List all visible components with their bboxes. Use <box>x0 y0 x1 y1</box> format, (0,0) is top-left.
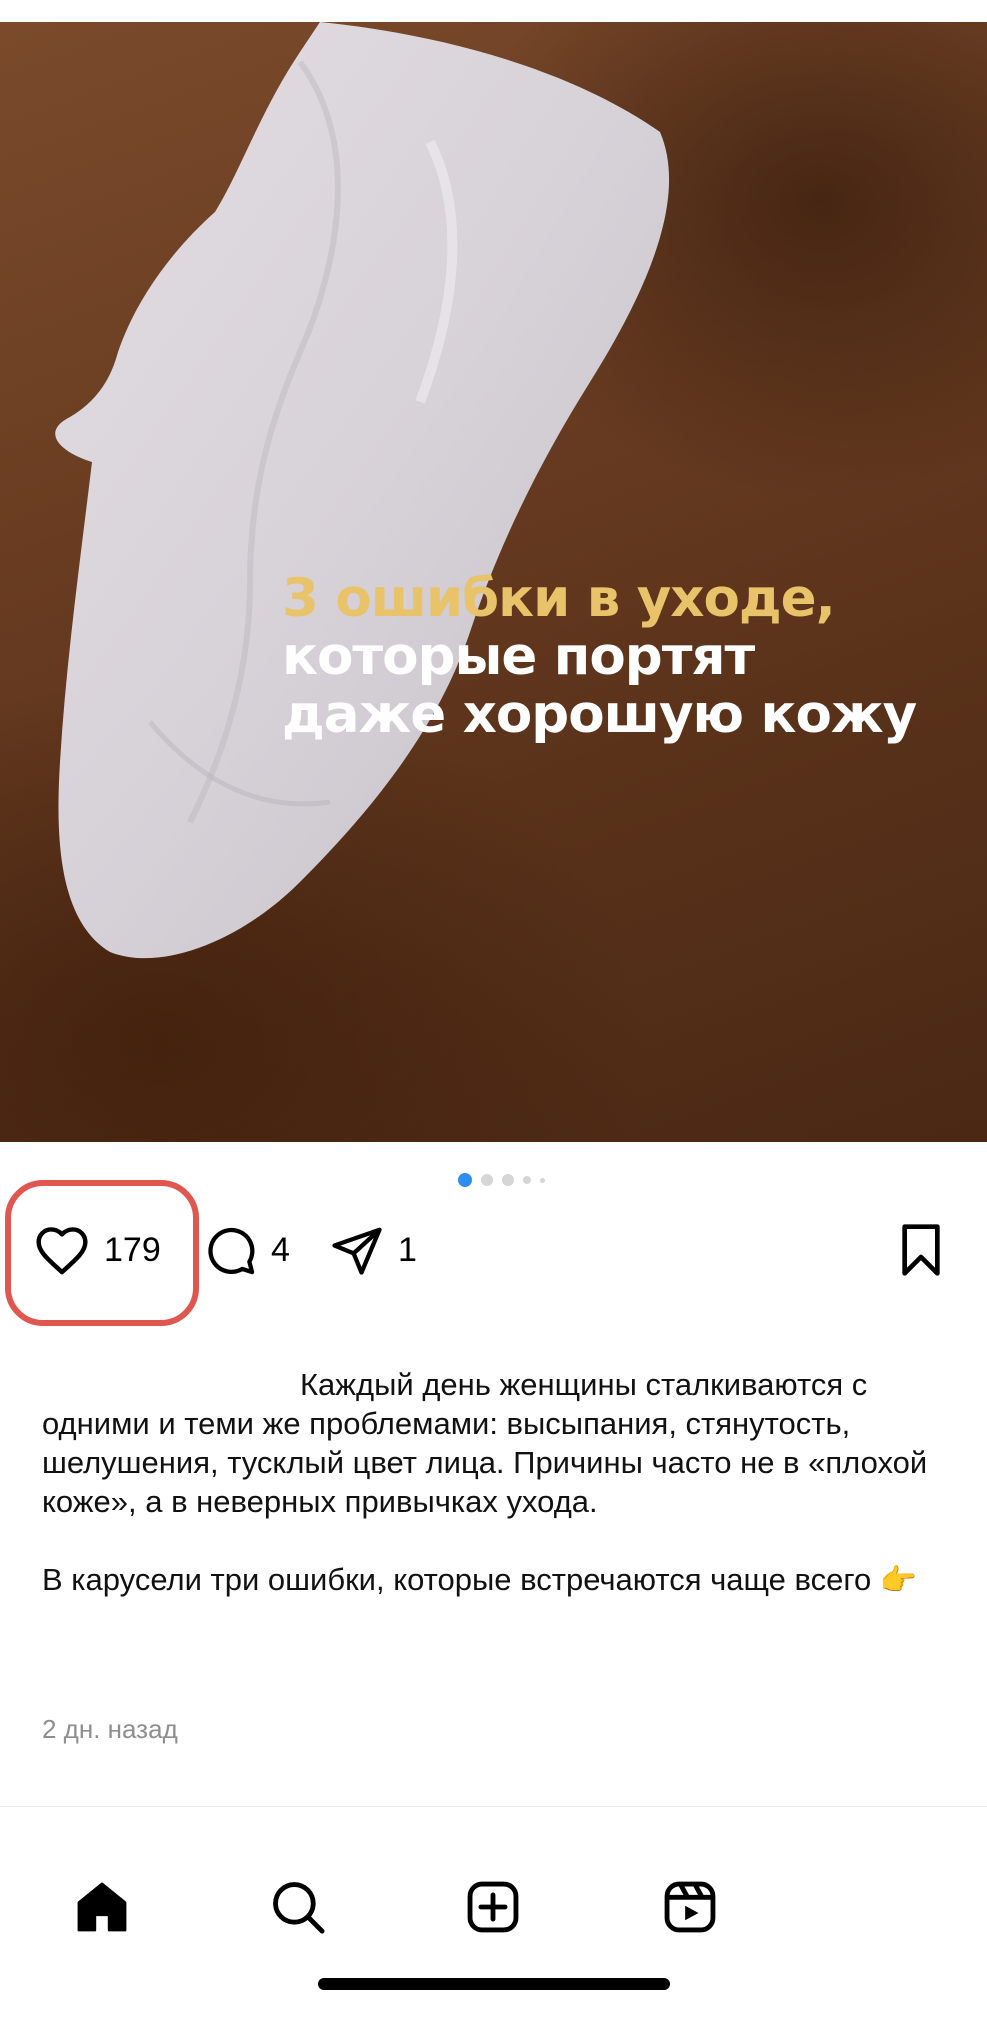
image-caption-overlay: 3 ошибки в уходе, которые портят даже хо… <box>282 570 922 744</box>
image-caption-line-1: 3 ошибки в уходе, <box>282 568 836 629</box>
description-paragraph-2: В карусели три ошибки, которые встречают… <box>42 1560 952 1600</box>
nav-home-button[interactable] <box>72 1877 132 1937</box>
home-indicator[interactable] <box>318 1978 670 1990</box>
home-icon <box>77 1882 127 1932</box>
post-description: Каждый день женщины сталкиваются с одним… <box>42 1365 952 1600</box>
heart-icon <box>36 1227 88 1275</box>
nav-create-button[interactable] <box>463 1877 523 1937</box>
comment-count[interactable]: 4 <box>271 1231 290 1270</box>
pointing-hand-emoji: 👉 <box>879 1564 918 1597</box>
nav-reels-button[interactable] <box>660 1877 720 1937</box>
post-timestamp: 2 дн. назад <box>42 1714 178 1744</box>
description-text-2: В карусели три ошибки, которые встречают… <box>42 1562 872 1597</box>
carousel-dot <box>540 1177 545 1183</box>
carousel-dot <box>502 1174 514 1186</box>
post-image[interactable]: 3 ошибки в уходе, которые портят даже хо… <box>0 22 987 1142</box>
like-button[interactable]: 179 <box>34 1218 161 1282</box>
share-count[interactable]: 1 <box>398 1231 417 1270</box>
image-caption-line-3: даже хорошую кожу <box>282 684 917 745</box>
search-icon <box>273 1882 325 1934</box>
bookmark-icon <box>902 1224 940 1276</box>
carousel-dot <box>481 1174 493 1186</box>
create-icon <box>467 1881 519 1933</box>
comment-icon <box>208 1227 255 1275</box>
paper-plane-icon <box>332 1227 382 1275</box>
image-caption-line-2: которые портят <box>282 626 755 687</box>
carousel-dot-active <box>458 1173 472 1187</box>
save-button[interactable] <box>896 1218 946 1282</box>
carousel-dot <box>523 1176 531 1184</box>
post-actions-bar: 179 4 1 <box>0 1218 987 1282</box>
like-count[interactable]: 179 <box>104 1231 161 1270</box>
description-paragraph-1: Каждый день женщины сталкиваются с одним… <box>42 1365 952 1521</box>
description-text-1: Каждый день женщины сталкиваются с одним… <box>42 1367 936 1519</box>
nav-search-button[interactable] <box>268 1877 328 1937</box>
carousel-indicator <box>458 1173 545 1187</box>
share-button[interactable]: 1 <box>330 1218 417 1282</box>
reels-icon <box>664 1881 716 1933</box>
status-bar-area <box>0 0 987 22</box>
comment-button[interactable]: 4 <box>203 1218 290 1282</box>
